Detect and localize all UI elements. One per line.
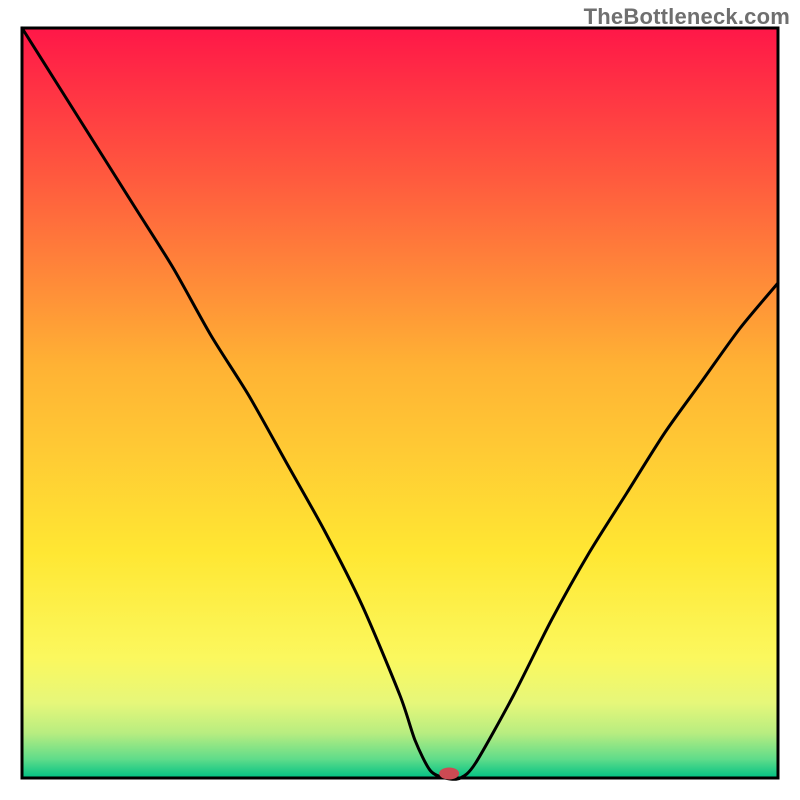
trough-marker [439,768,459,780]
chart-frame: TheBottleneck.com [0,0,800,800]
chart-svg [0,0,800,800]
attribution-label: TheBottleneck.com [584,4,790,30]
chart-background [22,28,778,778]
